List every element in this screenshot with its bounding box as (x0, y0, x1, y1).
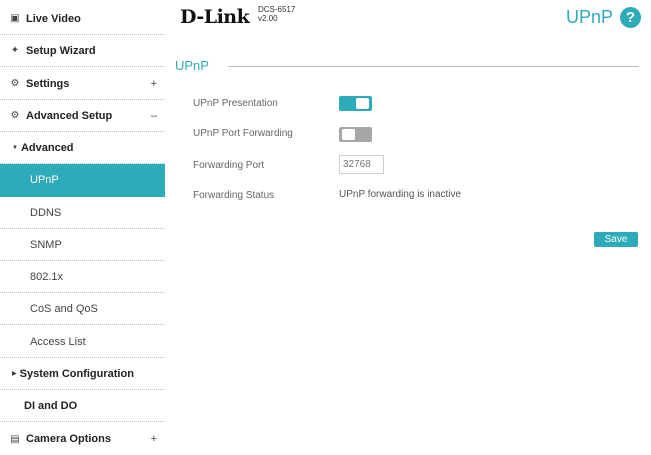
toggle-knob (342, 129, 355, 140)
sidebar-item-label: Advanced Setup (26, 109, 113, 122)
sidebar-item-camera-options[interactable]: ▤ Camera Options + (0, 423, 165, 455)
forwarding-status-value: UPnP forwarding is inactive (339, 189, 462, 200)
wand-icon: ✦ (10, 45, 20, 56)
sidebar-item-label: 802.1x (30, 270, 64, 283)
save-button[interactable]: Save (594, 232, 638, 247)
sidebar-item-label: SNMP (30, 238, 62, 251)
sidebar-item-label: System Configuration (19, 367, 134, 380)
sidebar-item-settings[interactable]: ⚙ Settings + (0, 68, 165, 100)
sidebar-item-upnp[interactable]: UPnP (0, 164, 165, 197)
sidebar-item-label: DI and DO (24, 399, 78, 412)
sidebar-item-di-do[interactable]: DI and DO (0, 390, 165, 422)
sidebar-item-live-video[interactable]: ▣ Live Video (0, 3, 165, 35)
help-icon[interactable]: ? (620, 7, 641, 28)
gear-icon: ⚙ (10, 78, 20, 89)
sidebar-item-label: UPnP (30, 174, 59, 186)
sidebar-item-label: Advanced (20, 141, 74, 154)
sidebar-item-label: DDNS (30, 206, 62, 219)
section-divider (228, 66, 639, 67)
page-header: UPnP ? (566, 7, 641, 28)
sidebar-item-cos-qos[interactable]: CoS and QoS (0, 293, 165, 325)
sidebar-item-setup-wizard[interactable]: ✦ Setup Wizard (0, 35, 165, 67)
sidebar-item-system-configuration[interactable]: ▶ System Configuration (0, 358, 165, 390)
upnp-presentation-toggle[interactable] (339, 96, 372, 111)
firmware-version: v2.00 (258, 14, 278, 23)
expand-icon[interactable]: + (151, 78, 157, 90)
forwarding-port-label: Forwarding Port (193, 160, 265, 171)
toggle-knob (356, 98, 369, 109)
collapse-icon[interactable]: – (151, 110, 157, 122)
sidebar-item-label: Camera Options (26, 433, 111, 445)
brand-logo: D-Link (180, 6, 250, 28)
sidebar-item-label: CoS and QoS (30, 302, 98, 315)
upnp-presentation-label: UPnP Presentation (193, 98, 278, 109)
upnp-port-forwarding-label: UPnP Port Forwarding (193, 128, 293, 139)
video-camera-icon: ▣ (10, 13, 20, 24)
sidebar-item-label: Access List (30, 335, 86, 348)
forwarding-status-label: Forwarding Status (193, 190, 275, 201)
forwarding-port-input[interactable] (339, 155, 384, 174)
sidebar-item-access-list[interactable]: Access List (0, 326, 165, 358)
sidebar-item-label: Setup Wizard (26, 44, 96, 57)
triangle-down-icon: ▼ (12, 144, 18, 151)
sidebar-item-label: Live Video (26, 12, 81, 25)
sidebar-item-ddns[interactable]: DDNS (0, 197, 165, 229)
model-name: DCS-6517 (258, 5, 296, 14)
page-title: UPnP (565, 7, 613, 27)
triangle-right-icon: ▶ (12, 371, 17, 377)
sidebar-item-advanced-setup[interactable]: ⚙ Advanced Setup – (0, 100, 165, 132)
sidebar: ▣ Live Video ✦ Setup Wizard ⚙ Settings +… (0, 0, 165, 455)
advanced-gear-icon: ⚙ (10, 110, 20, 121)
model-info: DCS-6517 v2.00 (258, 5, 295, 23)
expand-icon[interactable]: + (151, 433, 157, 445)
document-icon: ▤ (10, 433, 20, 445)
sidebar-item-label: Settings (26, 77, 70, 90)
upnp-port-forwarding-toggle[interactable] (339, 127, 372, 142)
sidebar-item-snmp[interactable]: SNMP (0, 229, 165, 261)
sidebar-item-802-1x[interactable]: 802.1x (0, 261, 165, 293)
section-title: UPnP (175, 58, 213, 73)
sidebar-item-advanced[interactable]: ▼ Advanced (0, 132, 165, 164)
